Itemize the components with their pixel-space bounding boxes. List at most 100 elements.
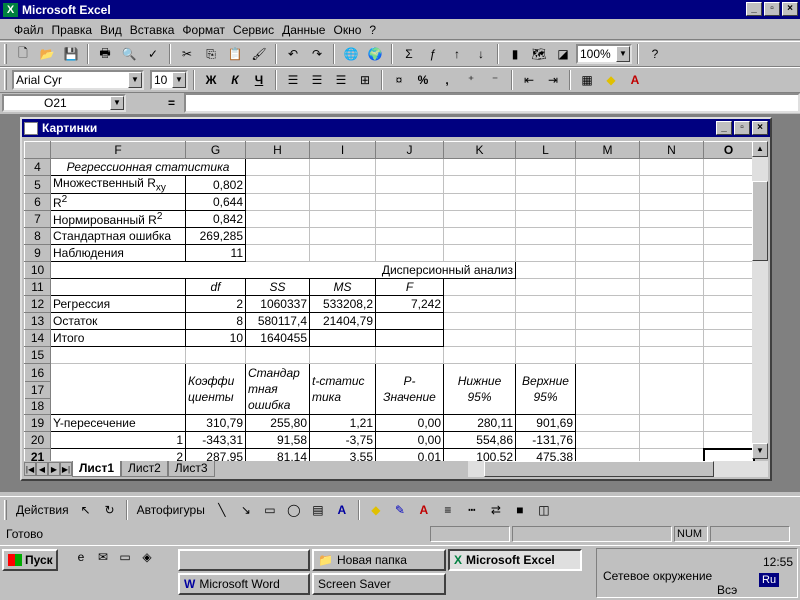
close-button[interactable]: × (782, 2, 798, 16)
cell[interactable] (703, 227, 754, 246)
cell[interactable]: Регрессионная статистика (50, 158, 246, 176)
cell[interactable] (375, 244, 444, 263)
cell[interactable]: Коэффи циенты (185, 363, 246, 416)
font-color-icon[interactable]: A (413, 499, 435, 521)
formula-input[interactable] (184, 93, 800, 113)
cell[interactable]: Дисперсионный анализ (50, 261, 516, 280)
line-color-icon[interactable]: ✎ (389, 499, 411, 521)
cell[interactable] (575, 346, 640, 365)
menu-window[interactable]: Окно (329, 23, 365, 37)
copy-icon[interactable]: ⎘ (200, 43, 222, 65)
start-button[interactable]: Пуск (2, 549, 58, 571)
select-pointer-icon[interactable]: ↖ (75, 499, 97, 521)
cell[interactable] (703, 295, 754, 314)
first-sheet-icon[interactable]: |◀ (24, 462, 36, 476)
borders-icon[interactable]: ▦ (576, 69, 598, 91)
row-header[interactable]: 6 (24, 193, 51, 212)
chevron-down-icon[interactable]: ▼ (110, 96, 124, 110)
increase-decimal-icon[interactable]: ⁺ (460, 69, 482, 91)
row-header[interactable]: 12 (24, 295, 51, 314)
formula-equals[interactable]: = (168, 96, 175, 110)
cell[interactable] (515, 295, 576, 314)
cell[interactable] (515, 278, 576, 297)
cell[interactable] (245, 158, 310, 176)
open-folder-icon[interactable]: 📂 (36, 43, 58, 65)
cell[interactable] (309, 329, 376, 348)
cell[interactable] (515, 158, 576, 176)
cell[interactable] (639, 346, 704, 365)
cell[interactable]: Стандартная ошибка (50, 227, 186, 246)
cell[interactable] (245, 346, 310, 365)
cell[interactable]: Итого (50, 329, 186, 348)
cut-icon[interactable]: ✂ (176, 43, 198, 65)
cell[interactable]: 0,00 (375, 431, 444, 450)
cell[interactable] (639, 261, 704, 280)
cell[interactable]: Нижние 95% (443, 363, 516, 416)
cell[interactable] (703, 346, 754, 365)
cell[interactable]: 2 (185, 295, 246, 314)
cell[interactable] (375, 193, 444, 212)
cell[interactable] (245, 227, 310, 246)
column-header[interactable]: K (443, 141, 516, 159)
cell[interactable]: 10 (185, 329, 246, 348)
cell[interactable]: 0,802 (185, 174, 246, 195)
cell[interactable] (575, 363, 640, 416)
cell[interactable] (639, 363, 704, 416)
cell[interactable] (515, 261, 576, 280)
last-sheet-icon[interactable]: ▶| (60, 462, 72, 476)
scroll-up-icon[interactable]: ▲ (752, 141, 768, 157)
italic-button[interactable]: К (224, 69, 246, 91)
row-header[interactable]: 17 (25, 382, 50, 399)
workbook-minimize-button[interactable]: _ (716, 121, 732, 135)
maximize-button[interactable]: ▫ (764, 2, 780, 16)
align-right-icon[interactable]: ☰ (330, 69, 352, 91)
vertical-scrollbar[interactable]: ▲ ▼ (752, 141, 768, 459)
row-header[interactable]: 9 (24, 244, 51, 263)
cell[interactable] (639, 227, 704, 246)
cell[interactable] (703, 193, 754, 212)
cell[interactable]: P-Значение (375, 363, 444, 416)
row-header[interactable]: 4 (24, 158, 51, 176)
row-header[interactable]: 5 (24, 174, 51, 195)
hyperlink-icon[interactable]: 🌐 (340, 43, 362, 65)
function-icon[interactable]: ƒ (422, 43, 444, 65)
new-file-icon[interactable]: 🗋 (12, 43, 34, 65)
fill-color-icon[interactable]: ◆ (600, 69, 622, 91)
row-header[interactable]: 16 (25, 365, 50, 382)
cell[interactable] (309, 346, 376, 365)
decrease-indent-icon[interactable]: ⇤ (518, 69, 540, 91)
toolbar-grip[interactable] (4, 70, 7, 90)
chart-wizard-icon[interactable]: ▮ (504, 43, 526, 65)
cell[interactable] (515, 210, 576, 229)
cell[interactable] (443, 174, 516, 195)
cell[interactable] (309, 193, 376, 212)
cell[interactable]: 0,842 (185, 210, 246, 229)
cell[interactable] (575, 295, 640, 314)
row-header[interactable]: 15 (24, 346, 51, 365)
sheet-tab[interactable]: Лист3 (167, 461, 215, 477)
cell[interactable] (245, 174, 310, 195)
cell[interactable]: Верхние 95% (515, 363, 576, 416)
menu-file[interactable]: Файл (10, 23, 48, 37)
cell[interactable] (639, 312, 704, 331)
arrow-icon[interactable]: ↘ (235, 499, 257, 521)
cell[interactable] (309, 244, 376, 263)
row-header[interactable]: 10 (24, 261, 51, 280)
menu-help[interactable]: ? (365, 23, 380, 37)
cell[interactable] (443, 210, 516, 229)
column-header[interactable]: L (515, 141, 576, 159)
cell[interactable] (575, 278, 640, 297)
align-center-icon[interactable]: ☰ (306, 69, 328, 91)
chevron-down-icon[interactable]: ▼ (172, 72, 186, 88)
cell[interactable]: 554,86 (443, 431, 516, 450)
row-header[interactable]: 11 (24, 278, 51, 297)
cell[interactable] (703, 210, 754, 229)
outlook-express-icon[interactable]: ✉ (94, 550, 112, 568)
cell[interactable]: -131,76 (515, 431, 576, 450)
cell[interactable] (375, 210, 444, 229)
percent-button[interactable]: % (412, 69, 434, 91)
paste-icon[interactable]: 📋 (224, 43, 246, 65)
fill-color-icon[interactable]: ◆ (365, 499, 387, 521)
row-header[interactable]: 19 (24, 414, 51, 433)
zoom-select[interactable]: 100% ▼ (576, 44, 632, 64)
